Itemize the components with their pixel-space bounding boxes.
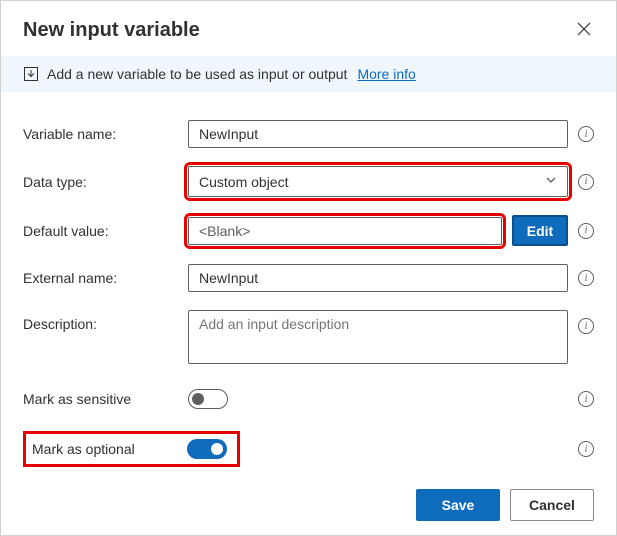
import-variable-icon [23, 66, 39, 82]
external-name-label: External name: [23, 270, 188, 286]
default-value-input[interactable] [188, 217, 502, 245]
edit-button[interactable]: Edit [512, 215, 568, 246]
info-icon[interactable]: i [578, 223, 594, 239]
cancel-button[interactable]: Cancel [510, 489, 594, 521]
description-input[interactable] [188, 310, 568, 364]
chevron-down-icon [545, 174, 557, 189]
more-info-link[interactable]: More info [357, 66, 415, 82]
mark-sensitive-toggle[interactable] [188, 389, 228, 409]
info-icon[interactable]: i [578, 270, 594, 286]
description-label: Description: [23, 310, 188, 332]
mark-optional-label: Mark as optional [32, 441, 135, 457]
default-value-label: Default value: [23, 223, 188, 239]
close-icon[interactable] [574, 22, 594, 39]
info-banner: Add a new variable to be used as input o… [1, 56, 616, 92]
info-icon[interactable]: i [578, 318, 594, 334]
mark-sensitive-label: Mark as sensitive [23, 391, 188, 407]
banner-text: Add a new variable to be used as input o… [47, 66, 347, 82]
data-type-label: Data type: [23, 174, 188, 190]
external-name-input[interactable] [188, 264, 568, 292]
data-type-select[interactable]: Custom object [188, 166, 568, 197]
info-icon[interactable]: i [578, 441, 594, 457]
save-button[interactable]: Save [416, 489, 500, 521]
info-icon[interactable]: i [578, 174, 594, 190]
variable-name-input[interactable] [188, 120, 568, 148]
dialog-title: New input variable [23, 19, 200, 42]
info-icon[interactable]: i [578, 126, 594, 142]
variable-name-label: Variable name: [23, 126, 188, 142]
info-icon[interactable]: i [578, 391, 594, 407]
mark-optional-toggle[interactable] [187, 439, 227, 459]
data-type-value: Custom object [199, 174, 288, 190]
mark-optional-group: Mark as optional [23, 431, 240, 467]
